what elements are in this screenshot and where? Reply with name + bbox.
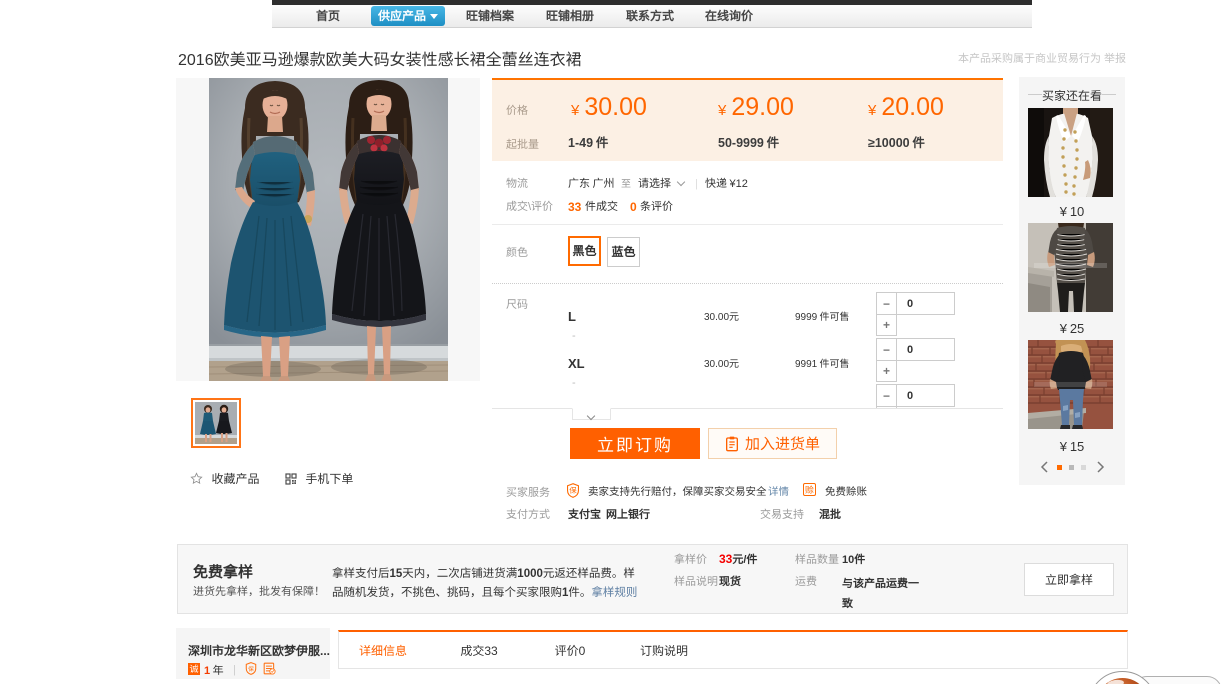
svg-text:保: 保 xyxy=(248,664,254,673)
svg-text:保: 保 xyxy=(569,485,577,496)
